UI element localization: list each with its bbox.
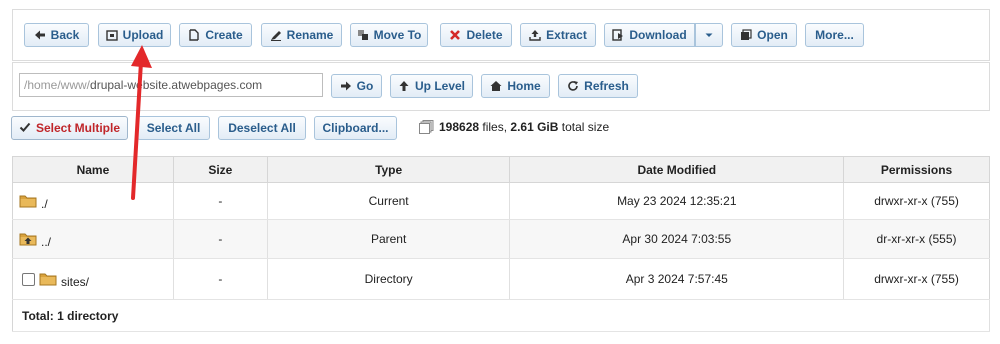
- row-checkbox[interactable]: [22, 272, 35, 286]
- files-label: files,: [479, 120, 511, 134]
- download-dropdown-toggle[interactable]: [695, 23, 723, 47]
- file-summary: 198628 files, 2.61 GiB total size: [419, 120, 609, 134]
- select-all-button[interactable]: Select All: [137, 116, 210, 140]
- permissions-cell[interactable]: drwxr-xr-x (755): [843, 182, 990, 220]
- rename-button[interactable]: Rename: [261, 23, 342, 47]
- row-name: ../: [41, 234, 52, 249]
- open-icon: [740, 29, 752, 41]
- folder-up-icon: [19, 233, 37, 246]
- caret-down-icon: [703, 29, 715, 41]
- extract-icon: [529, 29, 541, 41]
- refresh-button[interactable]: Refresh: [558, 74, 638, 98]
- deselect-all-label: Deselect All: [228, 121, 296, 135]
- create-button[interactable]: Create: [179, 23, 252, 47]
- move-icon: [357, 29, 369, 41]
- name-cell[interactable]: sites/: [12, 258, 174, 300]
- files-stack-icon: [419, 120, 435, 134]
- select-all-label: Select All: [146, 121, 201, 135]
- deselect-all-button[interactable]: Deselect All: [218, 116, 306, 140]
- column-name[interactable]: Name: [12, 156, 174, 183]
- date-cell: Apr 30 2024 7:03:55: [509, 219, 845, 259]
- select-multiple-label: Select Multiple: [35, 121, 121, 135]
- folder-icon: [39, 273, 57, 286]
- home-label: Home: [507, 79, 541, 93]
- back-button[interactable]: Back: [24, 23, 89, 47]
- clipboard-label: Clipboard...: [322, 121, 389, 135]
- rename-icon: [270, 29, 282, 41]
- column-permissions[interactable]: Permissions: [843, 156, 990, 183]
- path-input[interactable]: /home/www/drupal-website.atwebpages.com: [19, 73, 323, 97]
- arrow-left-icon: [34, 29, 46, 41]
- up-level-button[interactable]: Up Level: [390, 74, 473, 98]
- clipboard-button[interactable]: Clipboard...: [314, 116, 397, 140]
- table-row[interactable]: ./ - Current May 23 2024 12:35:21 drwxr-…: [12, 182, 990, 220]
- home-icon: [490, 80, 502, 92]
- permissions-cell[interactable]: dr-xr-xr-x (555): [843, 219, 990, 259]
- go-label: Go: [356, 79, 374, 93]
- column-type[interactable]: Type: [267, 156, 511, 183]
- rename-label: Rename: [286, 28, 334, 42]
- extract-button[interactable]: Extract: [520, 23, 596, 47]
- home-button[interactable]: Home: [481, 74, 550, 98]
- type-cell: Directory: [267, 258, 511, 300]
- open-button[interactable]: Open: [731, 23, 797, 47]
- upload-label: Upload: [122, 28, 164, 42]
- back-label: Back: [50, 28, 80, 42]
- arrow-up-icon: [398, 80, 410, 92]
- upload-icon: [105, 29, 118, 41]
- download-label: Download: [629, 28, 687, 42]
- more-button[interactable]: More...: [805, 23, 864, 47]
- size-cell: -: [173, 258, 268, 300]
- move-to-button[interactable]: Move To: [350, 23, 428, 47]
- select-multiple-button[interactable]: Select Multiple: [11, 116, 128, 140]
- path-prefix: /home/www/: [24, 78, 91, 92]
- date-cell: May 23 2024 12:35:21: [509, 182, 845, 220]
- type-cell: Current: [267, 182, 511, 220]
- refresh-icon: [567, 80, 579, 92]
- row-name[interactable]: sites/: [61, 275, 89, 289]
- go-button[interactable]: Go: [331, 74, 382, 98]
- total-directories: Total: 1 directory: [12, 299, 990, 332]
- extract-label: Extract: [546, 28, 587, 42]
- open-label: Open: [757, 28, 788, 42]
- move-to-label: Move To: [373, 28, 422, 42]
- more-label: More...: [815, 28, 854, 42]
- create-label: Create: [205, 28, 243, 42]
- type-cell: Parent: [267, 219, 511, 259]
- table-total-row: Total: 1 directory: [12, 299, 990, 332]
- name-cell[interactable]: ./: [12, 182, 174, 220]
- size-cell: -: [173, 219, 268, 259]
- file-table: Name Size Type Date Modified Permissions…: [12, 156, 990, 332]
- delete-label: Delete: [466, 28, 503, 42]
- date-cell: Apr 3 2024 7:57:45: [509, 258, 845, 300]
- permissions-cell[interactable]: drwxr-xr-x (755): [843, 258, 990, 300]
- table-row[interactable]: ../ - Parent Apr 30 2024 7:03:55 dr-xr-x…: [12, 219, 990, 259]
- download-button[interactable]: Download: [604, 23, 695, 47]
- column-size[interactable]: Size: [173, 156, 268, 183]
- column-date-modified[interactable]: Date Modified: [509, 156, 845, 183]
- delete-button[interactable]: Delete: [440, 23, 512, 47]
- delete-x-icon: [449, 29, 461, 41]
- up-level-label: Up Level: [414, 79, 465, 93]
- table-row[interactable]: sites/ - Directory Apr 3 2024 7:57:45 dr…: [12, 258, 990, 300]
- size-cell: -: [173, 182, 268, 220]
- total-size: 2.61 GiB: [510, 120, 559, 134]
- size-label: total size: [558, 120, 610, 134]
- folder-icon: [19, 195, 37, 208]
- row-name: ./: [41, 196, 48, 211]
- name-cell[interactable]: ../: [12, 219, 174, 259]
- refresh-label: Refresh: [584, 79, 629, 93]
- create-icon: [188, 29, 200, 41]
- file-count: 198628: [439, 120, 480, 134]
- checkmark-icon: [19, 121, 31, 136]
- upload-button[interactable]: Upload: [98, 23, 171, 47]
- download-icon: [612, 29, 624, 41]
- path-rest: drupal-website.atwebpages.com: [90, 78, 263, 92]
- table-header-row: Name Size Type Date Modified Permissions: [12, 156, 990, 183]
- arrow-right-icon: [340, 80, 352, 92]
